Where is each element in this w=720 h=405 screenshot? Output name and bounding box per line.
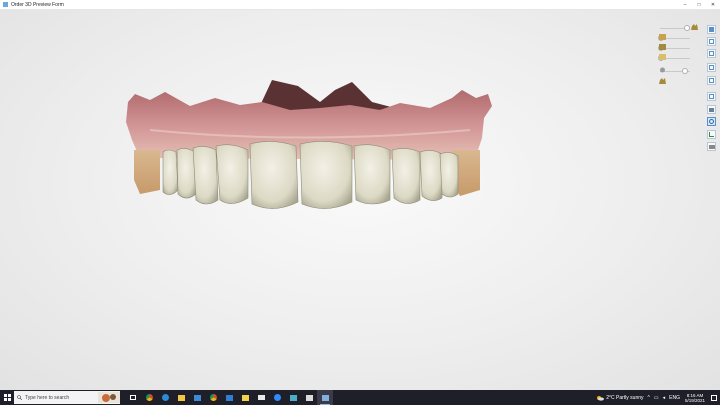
snapshot-icon — [708, 144, 715, 149]
gingiva-opacity-slider[interactable] — [658, 24, 698, 32]
view-tool-panel — [658, 22, 718, 152]
taskbar-app[interactable] — [173, 390, 189, 405]
chrome-icon — [145, 394, 153, 401]
clock[interactable]: 8:16 AM 5/19/2021 — [685, 393, 705, 403]
taskbar-app[interactable] — [237, 390, 253, 405]
jaw-icon — [691, 24, 698, 30]
title-bar: Order 3D Preview Form – □ ✕ — [0, 0, 720, 10]
left-view-button[interactable] — [707, 37, 716, 46]
file-explorer-icon — [177, 394, 185, 401]
photos-icon — [225, 394, 233, 401]
fit-view-icon — [709, 94, 714, 99]
zoom-icon — [273, 394, 281, 401]
front-view-button[interactable] — [707, 25, 716, 34]
layers-icon — [709, 107, 714, 112]
model-base — [134, 150, 160, 194]
right-view-icon — [709, 51, 714, 56]
chrome-icon — [209, 394, 217, 401]
start-button[interactable] — [0, 390, 14, 405]
snapshot-button[interactable] — [707, 142, 716, 151]
top-view-button[interactable] — [707, 63, 716, 72]
scan-opacity-slider[interactable] — [658, 67, 698, 75]
slider-thumb[interactable] — [684, 25, 690, 31]
task-view-button[interactable] — [125, 390, 141, 405]
volume-icon[interactable]: ◂ — [663, 395, 666, 401]
front-view-icon — [709, 27, 714, 32]
taskbar-app[interactable] — [253, 390, 269, 405]
measure-icon — [709, 132, 714, 137]
antagonist-opacity-slider[interactable] — [658, 78, 698, 86]
notification-button[interactable] — [708, 390, 720, 405]
top-view-icon — [709, 65, 714, 70]
taskbar: Type here to search 2°C Partly sunny ^ ▭… — [0, 390, 720, 405]
taskbar-app[interactable] — [157, 390, 173, 405]
jaw-icon — [659, 54, 666, 60]
store-icon — [193, 394, 201, 401]
fit-view-button[interactable] — [707, 92, 716, 101]
notification-icon — [711, 394, 717, 401]
language-indicator[interactable]: ENG — [669, 395, 680, 401]
upper-jaw-opacity-slider[interactable] — [658, 34, 698, 42]
taskbar-app[interactable] — [141, 390, 157, 405]
select-icon — [709, 119, 714, 124]
weather-widget[interactable]: 2°C Partly sunny — [596, 394, 644, 401]
search-placeholder: Type here to search — [25, 394, 70, 401]
minimize-button[interactable]: – — [678, 0, 692, 9]
viewer-icon — [289, 394, 297, 401]
weather-text: 2°C Partly sunny — [606, 394, 644, 401]
email-icon — [257, 395, 265, 400]
app-icon — [3, 2, 8, 7]
window-title: Order 3D Preview Form — [11, 1, 64, 8]
close-button[interactable]: ✕ — [706, 0, 720, 9]
windows-icon — [3, 394, 11, 401]
bottom-view-button[interactable] — [707, 76, 716, 85]
clock-date: 5/19/2021 — [684, 397, 705, 403]
dental-model[interactable] — [0, 10, 720, 390]
teeth-opacity-slider[interactable] — [658, 44, 698, 52]
left-view-icon — [709, 39, 714, 44]
slider-thumb[interactable] — [682, 68, 688, 74]
mesh-icon — [660, 67, 665, 73]
active-app-icon — [321, 394, 329, 401]
maximize-button[interactable]: □ — [692, 0, 706, 9]
weather-icon — [597, 395, 605, 401]
taskbar-app[interactable] — [221, 390, 237, 405]
taskbar-search[interactable]: Type here to search — [14, 391, 120, 404]
explorer-icon — [305, 394, 313, 401]
jaw-icon — [659, 44, 666, 50]
jaw-icon — [659, 34, 666, 40]
taskbar-app[interactable] — [301, 390, 317, 405]
sticky-notes-icon — [241, 394, 249, 401]
search-highlight-image — [98, 392, 120, 403]
taskbar-app-active[interactable] — [317, 390, 333, 405]
bottom-view-icon — [709, 78, 714, 83]
network-icon[interactable]: ▭ — [654, 395, 659, 401]
task-view-icon — [130, 395, 136, 400]
lower-jaw-opacity-slider[interactable] — [658, 54, 698, 62]
taskbar-apps — [125, 390, 333, 405]
system-tray: 2°C Partly sunny ^ ▭ ◂ ENG 8:16 AM 5/19/… — [594, 390, 720, 405]
layers-button[interactable] — [707, 105, 716, 114]
jaw-icon — [659, 78, 666, 84]
teeth — [162, 141, 459, 209]
taskbar-app[interactable] — [285, 390, 301, 405]
search-icon — [17, 395, 22, 400]
taskbar-app[interactable] — [269, 390, 285, 405]
measure-button[interactable] — [707, 130, 716, 139]
edge-icon — [161, 394, 169, 401]
select-button[interactable] — [707, 117, 716, 126]
taskbar-app[interactable] — [189, 390, 205, 405]
right-view-button[interactable] — [707, 49, 716, 58]
taskbar-app[interactable] — [205, 390, 221, 405]
chevron-up-icon[interactable]: ^ — [648, 395, 650, 401]
3d-viewport[interactable] — [0, 10, 720, 390]
